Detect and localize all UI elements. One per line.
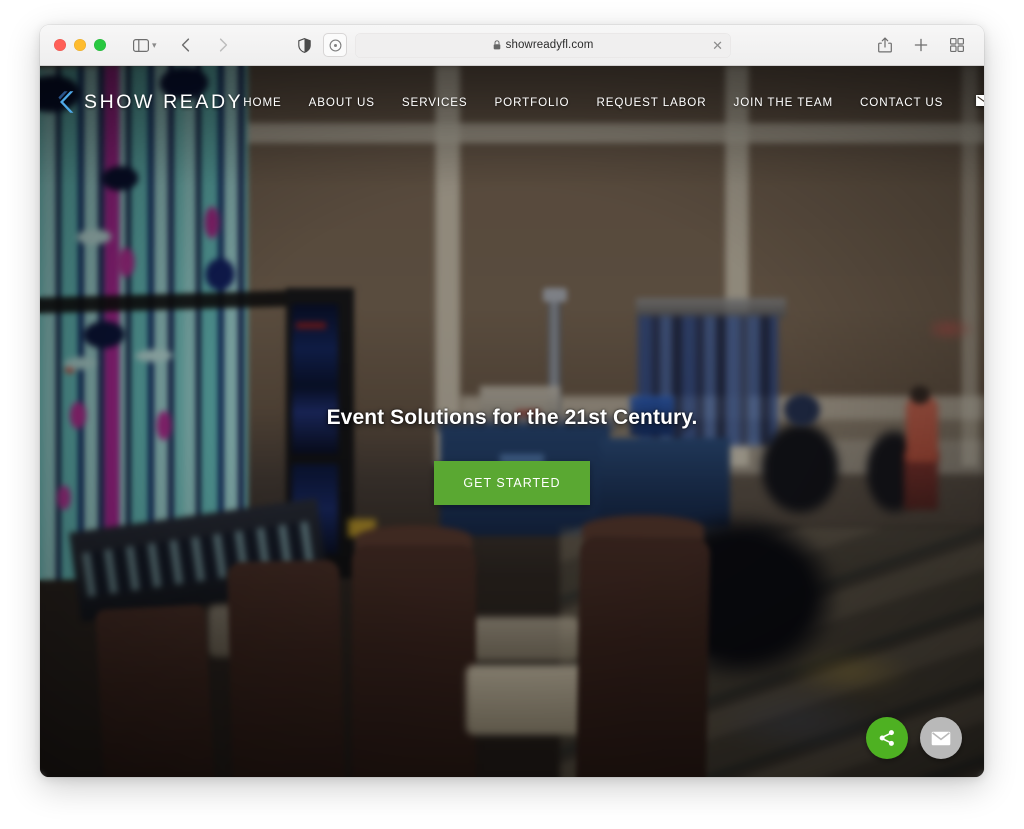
share-icon[interactable] (872, 33, 898, 57)
floating-action-buttons (866, 717, 962, 759)
url-display: showreadyfl.com (493, 39, 594, 51)
email-fab-button[interactable] (920, 717, 962, 759)
sidebar-toggle-icon[interactable] (128, 33, 154, 57)
nav-contact-icons (976, 93, 984, 111)
nav-item-portfolio[interactable]: PORTFOLIO (495, 96, 570, 109)
chevron-down-icon[interactable]: ▾ (152, 40, 157, 51)
toolbar-nav-group: ▾ (128, 33, 237, 57)
share-icon (879, 730, 894, 746)
close-window-button[interactable] (54, 39, 66, 51)
site-logo[interactable]: SHOW READY (58, 90, 243, 114)
site-navigation: HOME ABOUT US SERVICES PORTFOLIO REQUEST… (243, 93, 984, 111)
chevron-left-mark-icon (58, 91, 74, 113)
page-viewport: SHOW READY HOME ABOUT US SERVICES PORTFO… (40, 66, 984, 777)
nav-item-request-labor[interactable]: REQUEST LABOR (596, 96, 706, 109)
share-fab-button[interactable] (866, 717, 908, 759)
minimize-window-button[interactable] (74, 39, 86, 51)
forward-button-icon[interactable] (211, 33, 237, 57)
maximize-window-button[interactable] (94, 39, 106, 51)
browser-toolbar: ▾ showreadyfl.com ✕ (40, 25, 984, 66)
browser-window: ▾ showreadyfl.com ✕ SHOW READY HOME ABOU… (40, 25, 984, 777)
back-button-icon[interactable] (173, 33, 199, 57)
hero-headline: Event Solutions for the 21st Century. (326, 406, 698, 429)
nav-item-services[interactable]: SERVICES (402, 96, 468, 109)
page-settings-icon[interactable] (323, 33, 347, 57)
address-bar-area: showreadyfl.com ✕ (293, 32, 731, 58)
site-logo-text: SHOW READY (84, 90, 244, 113)
envelope-icon (931, 731, 951, 745)
nav-item-about-us[interactable]: ABOUT US (309, 96, 375, 109)
get-started-button[interactable]: GET STARTED (434, 461, 590, 505)
hero-section: Event Solutions for the 21st Century. GE… (40, 406, 984, 505)
envelope-icon[interactable] (976, 93, 984, 111)
lock-icon (493, 40, 500, 50)
window-controls (54, 39, 106, 51)
nav-item-home[interactable]: HOME (243, 96, 281, 109)
privacy-report-icon[interactable] (293, 34, 315, 56)
nav-item-join-the-team[interactable]: JOIN THE TEAM (734, 96, 834, 109)
site-header: SHOW READY HOME ABOUT US SERVICES PORTFO… (40, 66, 984, 138)
new-tab-icon[interactable] (908, 33, 934, 57)
address-bar[interactable]: showreadyfl.com ✕ (355, 32, 731, 58)
nav-item-contact-us[interactable]: CONTACT US (860, 96, 943, 109)
toolbar-right-group (872, 33, 970, 57)
stop-loading-icon[interactable]: ✕ (712, 39, 723, 52)
url-text: showreadyfl.com (505, 39, 594, 51)
tab-overview-icon[interactable] (944, 33, 970, 57)
